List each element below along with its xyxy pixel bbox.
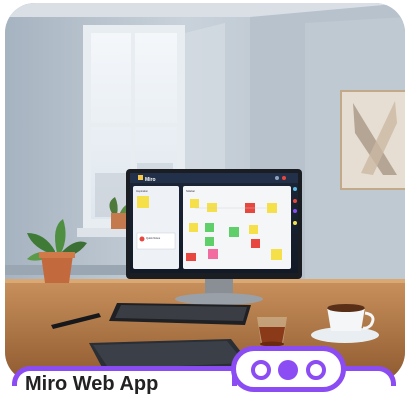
app-name: Miro: [145, 177, 156, 183]
caption-text: Miro Web App: [25, 373, 159, 395]
office-desk-photo: Miro Inspiration Quick Notes Sidebar: [5, 3, 405, 382]
tea-glass-icon: [257, 317, 287, 347]
photo-frame: Miro Inspiration Quick Notes Sidebar: [5, 3, 405, 382]
sidebar-heading: Inspiration: [136, 189, 149, 193]
carousel-dots-icon[interactable]: [231, 346, 346, 392]
wall-art-icon: [340, 90, 405, 190]
carousel-dot-2-active[interactable]: [278, 360, 298, 380]
carousel-dot-3[interactable]: [306, 360, 326, 380]
board-heading: Sidebar: [186, 189, 195, 193]
sidebar-subheading: Quick Notes: [146, 236, 161, 240]
carousel-dot-1[interactable]: [251, 360, 271, 380]
